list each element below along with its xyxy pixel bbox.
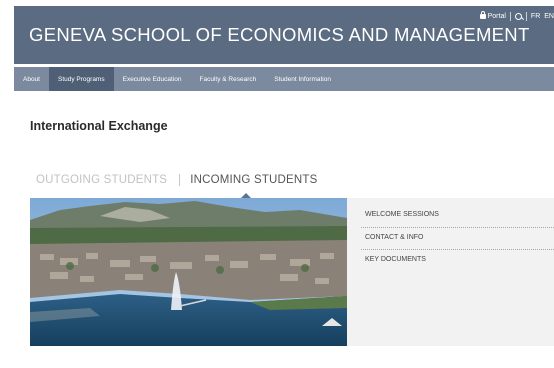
geneva-photo-illustration: [30, 198, 347, 346]
lock-icon: [479, 10, 486, 19]
nav-item-faculty-research[interactable]: Faculty & Research: [191, 67, 266, 91]
main-nav: About Study Programs Executive Education…: [14, 67, 554, 91]
page-title: International Exchange: [30, 119, 168, 133]
dotted-divider: [361, 249, 554, 250]
portal-link[interactable]: Portal: [479, 10, 506, 20]
geneva-lake-photo: [30, 198, 347, 346]
lang-fr-link[interactable]: FR: [531, 13, 540, 20]
dotted-divider: [361, 227, 554, 228]
side-panel: WELCOME SESSIONS CONTACT & INFO KEY DOCU…: [347, 198, 554, 346]
welcome-sessions-link[interactable]: WELCOME SESSIONS: [365, 211, 439, 218]
tab-incoming-students[interactable]: INCOMING STUDENTS: [190, 174, 317, 186]
nav-item-executive-education[interactable]: Executive Education: [114, 67, 191, 91]
contact-info-link[interactable]: CONTACT & INFO: [365, 234, 423, 241]
search-icon[interactable]: [514, 12, 522, 20]
site-title[interactable]: GENEVA SCHOOL OF ECONOMICS AND MANAGEMEN…: [29, 24, 530, 46]
key-documents-link[interactable]: KEY DOCUMENTS: [365, 256, 426, 263]
tab-divider: [179, 174, 181, 186]
utility-bar: Portal FR EN: [479, 10, 554, 22]
city-area: [30, 240, 347, 300]
lang-en-link[interactable]: EN: [544, 13, 554, 20]
student-tabs: OUTGOING STUDENTS INCOMING STUDENTS: [36, 174, 318, 186]
nav-item-study-programs[interactable]: Study Programs: [49, 67, 114, 91]
nav-item-student-information[interactable]: Student Information: [265, 67, 340, 91]
site-header: Portal FR EN GENEVA SCHOOL OF ECONOMICS …: [14, 6, 554, 64]
divider: [525, 11, 527, 21]
nav-item-about[interactable]: About: [14, 67, 49, 91]
portal-label: Portal: [487, 12, 506, 20]
tab-outgoing-students[interactable]: OUTGOING STUDENTS: [36, 174, 167, 186]
divider: [509, 11, 511, 21]
